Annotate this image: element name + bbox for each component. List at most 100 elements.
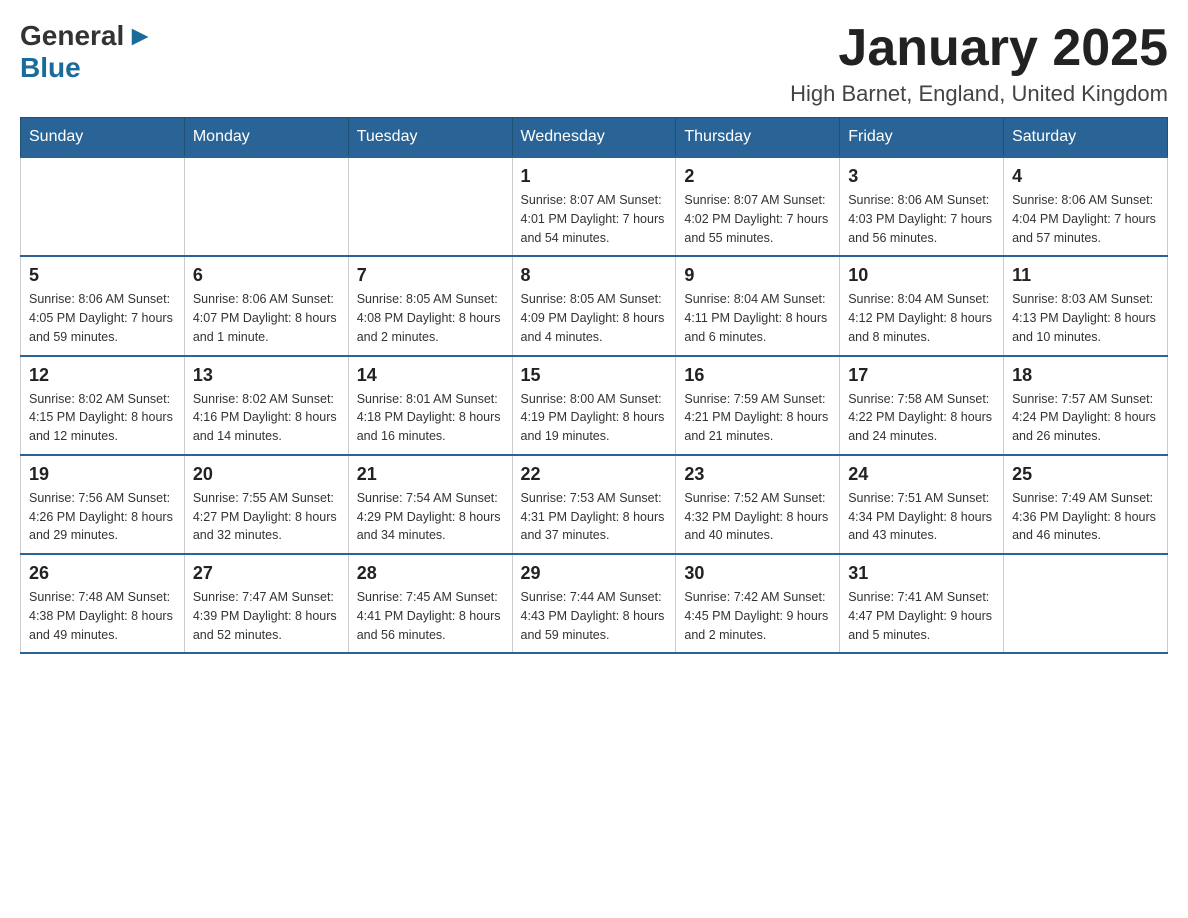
day-info: Sunrise: 7:51 AM Sunset: 4:34 PM Dayligh… [848, 489, 995, 545]
day-of-week-tuesday: Tuesday [348, 118, 512, 158]
day-of-week-sunday: Sunday [21, 118, 185, 158]
calendar-cell: 9Sunrise: 8:04 AM Sunset: 4:11 PM Daylig… [676, 256, 840, 355]
day-info: Sunrise: 8:07 AM Sunset: 4:01 PM Dayligh… [521, 191, 668, 247]
day-info: Sunrise: 7:44 AM Sunset: 4:43 PM Dayligh… [521, 588, 668, 644]
calendar-cell: 21Sunrise: 7:54 AM Sunset: 4:29 PM Dayli… [348, 455, 512, 554]
day-info: Sunrise: 7:57 AM Sunset: 4:24 PM Dayligh… [1012, 390, 1159, 446]
calendar-cell: 24 Sunrise: 7:51 AM Sunset: 4:34 PM Dayli… [840, 455, 1004, 554]
day-number: 10 [848, 265, 995, 286]
calendar-cell: 14Sunrise: 8:01 AM Sunset: 4:18 PM Dayli… [348, 356, 512, 455]
day-of-week-monday: Monday [184, 118, 348, 158]
day-number: 5 [29, 265, 176, 286]
day-number: 20 [193, 464, 340, 485]
calendar-cell [348, 157, 512, 256]
calendar-cell: 15Sunrise: 8:00 AM Sunset: 4:19 PM Dayli… [512, 356, 676, 455]
calendar-cell: 28 Sunrise: 7:45 AM Sunset: 4:41 PM Dayli… [348, 554, 512, 653]
month-title: January 2025 [790, 20, 1168, 77]
calendar-cell [1004, 554, 1168, 653]
day-info: Sunrise: 8:06 AM Sunset: 4:07 PM Dayligh… [193, 290, 340, 346]
day-info: Sunrise: 8:02 AM Sunset: 4:15 PM Dayligh… [29, 390, 176, 446]
day-info: Sunrise: 7:58 AM Sunset: 4:22 PM Dayligh… [848, 390, 995, 446]
day-number: 25 [1012, 464, 1159, 485]
week-row-5: 26Sunrise: 7:48 AM Sunset: 4:38 PM Dayli… [21, 554, 1168, 653]
calendar-body: 1 Sunrise: 8:07 AM Sunset: 4:01 PM Daylig… [21, 157, 1168, 653]
day-number: 12 [29, 365, 176, 386]
day-number: 7 [357, 265, 504, 286]
day-number: 24 [848, 464, 995, 485]
calendar-cell: 20Sunrise: 7:55 AM Sunset: 4:27 PM Dayli… [184, 455, 348, 554]
calendar-cell: 26Sunrise: 7:48 AM Sunset: 4:38 PM Dayli… [21, 554, 185, 653]
week-row-4: 19Sunrise: 7:56 AM Sunset: 4:26 PM Dayli… [21, 455, 1168, 554]
day-of-week-wednesday: Wednesday [512, 118, 676, 158]
logo-general: General [20, 20, 124, 52]
calendar-cell: 10 Sunrise: 8:04 AM Sunset: 4:12 PM Dayli… [840, 256, 1004, 355]
day-number: 3 [848, 166, 995, 187]
day-info: Sunrise: 7:49 AM Sunset: 4:36 PM Dayligh… [1012, 489, 1159, 545]
calendar-cell: 2Sunrise: 8:07 AM Sunset: 4:02 PM Daylig… [676, 157, 840, 256]
day-number: 15 [521, 365, 668, 386]
day-info: Sunrise: 7:54 AM Sunset: 4:29 PM Dayligh… [357, 489, 504, 545]
day-number: 11 [1012, 265, 1159, 286]
calendar-cell: 1 Sunrise: 8:07 AM Sunset: 4:01 PM Daylig… [512, 157, 676, 256]
calendar-cell: 4 Sunrise: 8:06 AM Sunset: 4:04 PM Daylig… [1004, 157, 1168, 256]
week-row-3: 12 Sunrise: 8:02 AM Sunset: 4:15 PM Dayli… [21, 356, 1168, 455]
calendar-cell: 16 Sunrise: 7:59 AM Sunset: 4:21 PM Dayli… [676, 356, 840, 455]
calendar-cell: 13Sunrise: 8:02 AM Sunset: 4:16 PM Dayli… [184, 356, 348, 455]
day-info: Sunrise: 7:41 AM Sunset: 4:47 PM Dayligh… [848, 588, 995, 644]
day-number: 29 [521, 563, 668, 584]
day-number: 18 [1012, 365, 1159, 386]
day-of-week-friday: Friday [840, 118, 1004, 158]
day-number: 22 [521, 464, 668, 485]
day-number: 17 [848, 365, 995, 386]
day-info: Sunrise: 7:45 AM Sunset: 4:41 PM Dayligh… [357, 588, 504, 644]
day-info: Sunrise: 8:03 AM Sunset: 4:13 PM Dayligh… [1012, 290, 1159, 346]
calendar-cell: 7 Sunrise: 8:05 AM Sunset: 4:08 PM Daylig… [348, 256, 512, 355]
day-number: 30 [684, 563, 831, 584]
day-number: 8 [521, 265, 668, 286]
location: High Barnet, England, United Kingdom [790, 81, 1168, 107]
day-number: 1 [521, 166, 668, 187]
logo: General ► Blue [20, 20, 154, 84]
day-info: Sunrise: 8:06 AM Sunset: 4:05 PM Dayligh… [29, 290, 176, 346]
day-info: Sunrise: 8:04 AM Sunset: 4:12 PM Dayligh… [848, 290, 995, 346]
day-number: 28 [357, 563, 504, 584]
logo-text: General ► [20, 20, 154, 52]
day-info: Sunrise: 8:05 AM Sunset: 4:08 PM Dayligh… [357, 290, 504, 346]
calendar-cell: 8Sunrise: 8:05 AM Sunset: 4:09 PM Daylig… [512, 256, 676, 355]
calendar-cell: 19Sunrise: 7:56 AM Sunset: 4:26 PM Dayli… [21, 455, 185, 554]
calendar-cell: 18 Sunrise: 7:57 AM Sunset: 4:24 PM Dayli… [1004, 356, 1168, 455]
logo-blue: Blue [20, 52, 81, 84]
day-number: 16 [684, 365, 831, 386]
calendar-cell: 30Sunrise: 7:42 AM Sunset: 4:45 PM Dayli… [676, 554, 840, 653]
calendar-cell: 27Sunrise: 7:47 AM Sunset: 4:39 PM Dayli… [184, 554, 348, 653]
week-row-2: 5 Sunrise: 8:06 AM Sunset: 4:05 PM Daylig… [21, 256, 1168, 355]
day-info: Sunrise: 7:47 AM Sunset: 4:39 PM Dayligh… [193, 588, 340, 644]
day-of-week-thursday: Thursday [676, 118, 840, 158]
calendar-cell: 25 Sunrise: 7:49 AM Sunset: 4:36 PM Dayli… [1004, 455, 1168, 554]
day-info: Sunrise: 8:06 AM Sunset: 4:03 PM Dayligh… [848, 191, 995, 247]
day-number: 14 [357, 365, 504, 386]
week-row-1: 1 Sunrise: 8:07 AM Sunset: 4:01 PM Daylig… [21, 157, 1168, 256]
day-number: 19 [29, 464, 176, 485]
day-number: 2 [684, 166, 831, 187]
day-info: Sunrise: 7:48 AM Sunset: 4:38 PM Dayligh… [29, 588, 176, 644]
calendar-cell: 23Sunrise: 7:52 AM Sunset: 4:32 PM Dayli… [676, 455, 840, 554]
day-of-week-saturday: Saturday [1004, 118, 1168, 158]
day-number: 13 [193, 365, 340, 386]
title-area: January 2025 High Barnet, England, Unite… [790, 20, 1168, 107]
day-info: Sunrise: 7:52 AM Sunset: 4:32 PM Dayligh… [684, 489, 831, 545]
day-number: 9 [684, 265, 831, 286]
day-info: Sunrise: 8:06 AM Sunset: 4:04 PM Dayligh… [1012, 191, 1159, 247]
day-number: 31 [848, 563, 995, 584]
calendar-cell: 29 Sunrise: 7:44 AM Sunset: 4:43 PM Dayli… [512, 554, 676, 653]
page-header: General ► Blue January 2025 High Barnet,… [20, 20, 1168, 107]
calendar-cell: 5 Sunrise: 8:06 AM Sunset: 4:05 PM Daylig… [21, 256, 185, 355]
day-info: Sunrise: 7:59 AM Sunset: 4:21 PM Dayligh… [684, 390, 831, 446]
calendar-cell: 22Sunrise: 7:53 AM Sunset: 4:31 PM Dayli… [512, 455, 676, 554]
calendar-header: SundayMondayTuesdayWednesdayThursdayFrid… [21, 118, 1168, 158]
calendar-cell: 31 Sunrise: 7:41 AM Sunset: 4:47 PM Dayli… [840, 554, 1004, 653]
calendar-cell: 6Sunrise: 8:06 AM Sunset: 4:07 PM Daylig… [184, 256, 348, 355]
day-number: 4 [1012, 166, 1159, 187]
calendar-table: SundayMondayTuesdayWednesdayThursdayFrid… [20, 117, 1168, 654]
calendar-cell [21, 157, 185, 256]
